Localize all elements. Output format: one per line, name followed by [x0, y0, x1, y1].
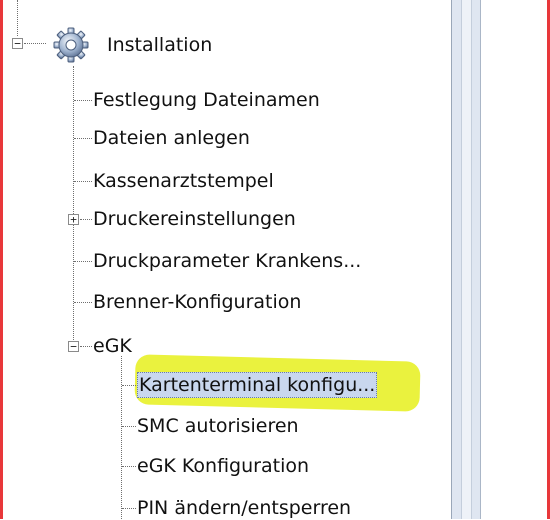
- tree-connector: [74, 302, 92, 303]
- tree-node-egk[interactable]: eGK: [93, 334, 132, 358]
- tree-connector: [17, 0, 18, 36]
- pane-splitter[interactable]: [451, 0, 481, 519]
- tree-connector: [74, 100, 92, 101]
- tree-connector: [24, 43, 46, 44]
- tree-connector: [121, 356, 122, 519]
- tree-node-kassenarztstempel[interactable]: Kassenarztstempel: [93, 169, 274, 193]
- tree-node-dateien-anlegen[interactable]: Dateien anlegen: [93, 126, 250, 150]
- tree-connector: [80, 346, 92, 347]
- navigation-tree: − Installation Festlegung Dateinamen Dat…: [3, 0, 451, 519]
- tree-node-druckereinstellungen[interactable]: Druckereinstellungen: [93, 207, 296, 231]
- tree-node-festlegung-dateinamen[interactable]: Festlegung Dateinamen: [93, 88, 320, 112]
- tree-connector: [80, 219, 92, 220]
- tree-node-egk-konfiguration[interactable]: eGK Konfiguration: [137, 454, 309, 478]
- tree-node-kartenterminal-konfigurieren[interactable]: Kartenterminal konfigu...: [137, 372, 378, 398]
- tree-node-pin-aendern-entsperren[interactable]: PIN ändern/entsperren: [137, 496, 351, 520]
- splitter-grip[interactable]: [461, 0, 472, 519]
- installation-collapse-toggle[interactable]: −: [12, 38, 23, 49]
- druckereinstellungen-expand-toggle[interactable]: +: [68, 214, 79, 225]
- tree-connector: [74, 138, 92, 139]
- tree-connector: [122, 385, 136, 386]
- tree-connector: [73, 66, 74, 346]
- egk-collapse-toggle[interactable]: −: [68, 341, 79, 352]
- tree-connector: [74, 181, 92, 182]
- tree-connector: [122, 466, 136, 467]
- tree-node-installation[interactable]: Installation: [107, 33, 212, 57]
- tree-node-druckparameter-krankenschein[interactable]: Druckparameter Krankens...: [93, 249, 361, 273]
- tree-connector: [122, 508, 136, 509]
- tree-connector: [122, 426, 136, 427]
- tree-node-brenner-konfiguration[interactable]: Brenner-Konfiguration: [93, 290, 301, 314]
- gear-icon: [53, 27, 89, 63]
- content-pane: [481, 0, 547, 519]
- tree-connector: [74, 261, 92, 262]
- tree-node-smc-autorisieren[interactable]: SMC autorisieren: [137, 414, 299, 438]
